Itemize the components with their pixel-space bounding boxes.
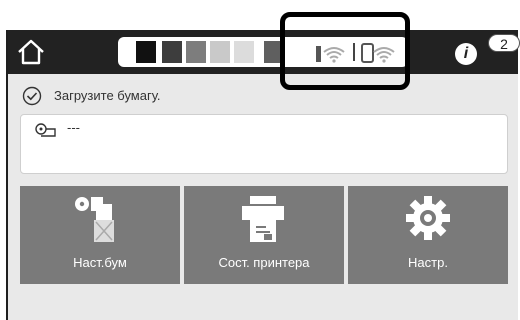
- network-status[interactable]: [302, 39, 402, 65]
- status-text: Загрузите бумагу.: [54, 88, 161, 103]
- paper-settings-icon: [75, 197, 114, 242]
- ink-cartridge: [136, 41, 156, 63]
- printer-status-label: Сост. принтера: [218, 255, 310, 270]
- gear-icon: [406, 196, 450, 240]
- paper-info-panel[interactable]: ---: [20, 114, 508, 174]
- ink-cartridge: [186, 41, 206, 63]
- info-button[interactable]: i: [455, 43, 477, 65]
- status-message: Загрузите бумагу.: [18, 84, 508, 108]
- check-circle-icon: [22, 86, 42, 106]
- top-bar: i 2: [8, 30, 520, 74]
- settings-button[interactable]: Настр.: [348, 186, 508, 284]
- printer-screen: i 2 Загрузите бумагу. --- Наст.бум Сост.…: [6, 30, 520, 320]
- ink-cartridge: [162, 41, 182, 63]
- printer-status-button[interactable]: Сост. принтера: [184, 186, 344, 284]
- home-button[interactable]: [14, 35, 48, 69]
- printer-status-icon: [242, 196, 284, 242]
- wifi-icon: [316, 46, 345, 63]
- settings-label: Настр.: [408, 255, 448, 270]
- ink-cartridge: [264, 41, 284, 63]
- notification-badge[interactable]: 2: [488, 34, 520, 52]
- paper-settings-button[interactable]: Наст.бум: [20, 186, 180, 284]
- ink-cartridge: [234, 41, 254, 63]
- paper-value: ---: [67, 120, 80, 135]
- home-icon: [18, 39, 44, 65]
- paper-settings-label: Наст.бум: [73, 255, 127, 270]
- roll-paper-icon: [35, 123, 56, 137]
- divider: [353, 43, 355, 61]
- wifi-direct-icon: [361, 43, 395, 63]
- ink-cartridge: [210, 41, 230, 63]
